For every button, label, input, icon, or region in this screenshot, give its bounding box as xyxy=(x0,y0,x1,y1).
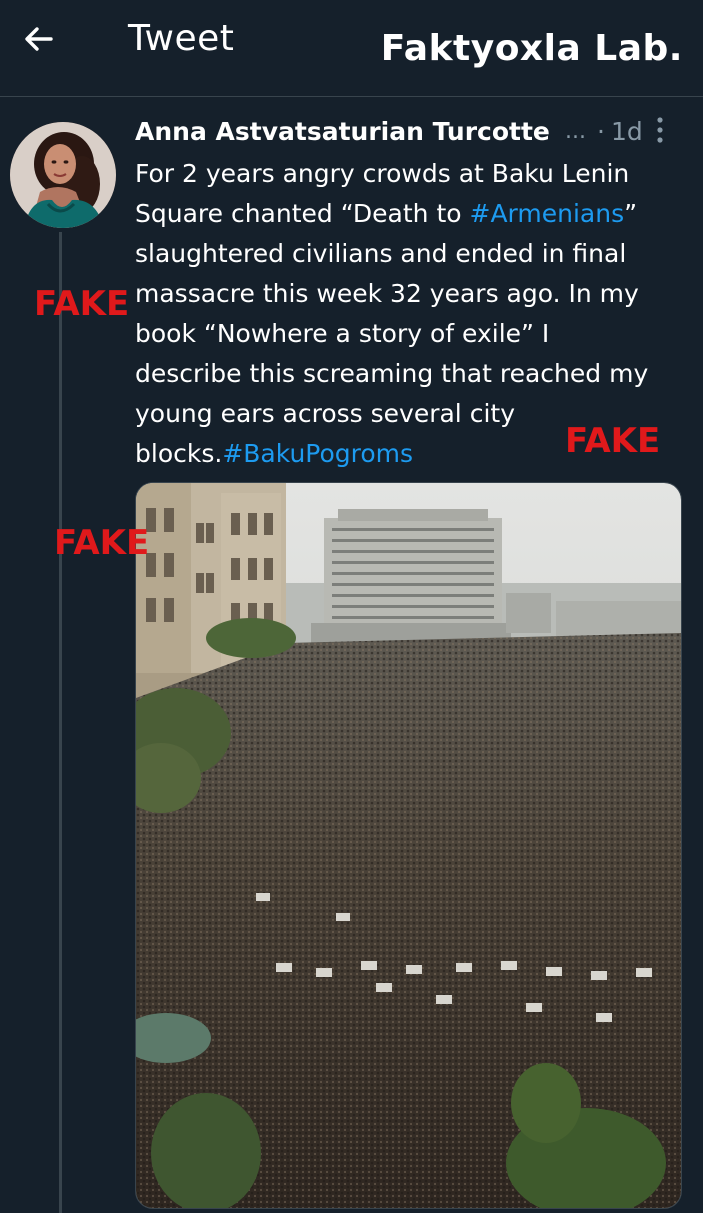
header-bar: Tweet Faktyoxla Lab. xyxy=(0,0,703,97)
fake-stamp-3: FAKE xyxy=(54,523,150,563)
watermark-label: Faktyoxla Lab. xyxy=(380,28,683,69)
tweet-text-segment: blocks. xyxy=(135,439,223,468)
tweet-text-line: Square chanted “Death to #Armenians” xyxy=(135,194,695,234)
tweet-timestamp[interactable]: 1d xyxy=(611,117,643,146)
tweet-author-row: Anna Astvatsaturian Turcotte ... · 1d xyxy=(135,113,685,153)
tweet-text-line: slaughtered civilians and ended in final xyxy=(135,234,695,274)
tweet-text-segment: ” xyxy=(624,199,638,228)
tweet-text-line: book “Nowhere a story of exile” I xyxy=(135,314,695,354)
more-options-button[interactable] xyxy=(647,115,673,151)
more-vertical-icon xyxy=(655,115,665,151)
arrow-left-icon xyxy=(21,21,57,61)
tweet-page: Tweet Faktyoxla Lab. Anna Astvatsaturian… xyxy=(0,0,703,1213)
tweet-text-line: For 2 years angry crowds at Baku Lenin xyxy=(135,154,695,194)
tweet-text-segment: Square chanted “Death to xyxy=(135,199,470,228)
avatar[interactable] xyxy=(8,120,118,230)
back-button[interactable] xyxy=(14,16,64,66)
tweet-text-segment: book “Nowhere a story of exile” I xyxy=(135,319,550,348)
thread-line xyxy=(59,232,62,1213)
hashtag-link[interactable]: #Armenians xyxy=(470,199,625,228)
tweet-text-line: massacre this week 32 years ago. In my xyxy=(135,274,695,314)
crowd-photo xyxy=(136,483,681,1208)
separator-dot: · xyxy=(597,117,605,146)
tweet-text-segment: describe this screaming that reached my xyxy=(135,359,649,388)
tweet-text-segment: young ears across several city xyxy=(135,399,515,428)
tweet-media-photo[interactable] xyxy=(135,482,682,1209)
tweet-text-segment: massacre this week 32 years ago. In my xyxy=(135,279,639,308)
tweet-text-segment: For 2 years angry crowds at Baku Lenin xyxy=(135,159,630,188)
hashtag-link[interactable]: #BakuPogroms xyxy=(222,439,413,468)
fake-stamp-2: FAKE xyxy=(565,421,661,461)
page-title: Tweet xyxy=(128,18,235,59)
avatar-photo xyxy=(10,122,116,228)
tweet-text-segment: slaughtered civilians and ended in final xyxy=(135,239,627,268)
author-name[interactable]: Anna Astvatsaturian Turcotte xyxy=(135,117,550,146)
author-handle-ellipsis[interactable]: ... xyxy=(565,119,586,144)
fake-stamp-1: FAKE xyxy=(34,284,130,324)
tweet-text-line: describe this screaming that reached my xyxy=(135,354,695,394)
